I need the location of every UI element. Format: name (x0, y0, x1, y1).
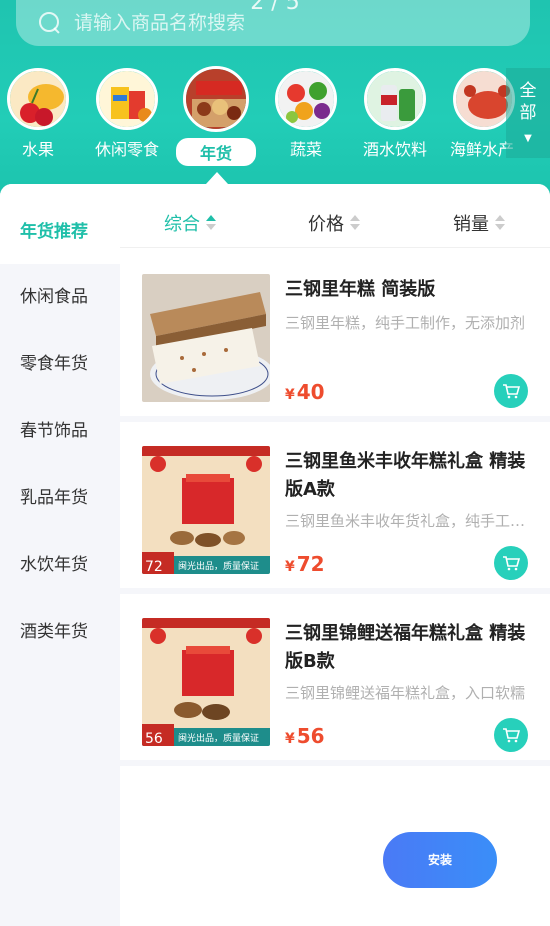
product-price: ¥40 (285, 380, 325, 404)
header: 2 / 5 水果 (0, 0, 550, 200)
price-value: 56 (296, 724, 325, 748)
product-card[interactable]: 56 闽光出品，质量保证 三钢里锦鲤送福年糕礼盒 精装版B款 三钢里锦鲤送福年糕… (120, 594, 550, 766)
sort-arrows-icon (350, 215, 360, 231)
product-image: 72 闽光出品，质量保证 (142, 446, 270, 574)
category-row: 水果 休闲零食 年货 蔬菜 酒水饮料 海鲜水产 (0, 66, 515, 178)
sidebar-item-new-year-picks[interactable]: 年货推荐 (0, 184, 120, 264)
new-year-goods-icon (183, 66, 249, 132)
category-fruit[interactable]: 水果 (0, 68, 78, 160)
all-label-line1: 全 (519, 81, 537, 101)
sort-arrows-icon (206, 215, 216, 231)
sidebar-item-beverages[interactable]: 水饮年货 (0, 532, 120, 599)
add-to-cart-button[interactable] (494, 374, 528, 408)
product-price: ¥72 (285, 552, 325, 576)
price-value: 72 (296, 552, 325, 576)
category-snacks[interactable]: 休闲零食 (87, 68, 167, 160)
drinks-icon (364, 68, 426, 130)
currency-symbol: ¥ (285, 731, 295, 747)
category-label: 水果 (21, 140, 54, 159)
fruit-icon (7, 68, 69, 130)
category-vegetables[interactable]: 蔬菜 (266, 68, 346, 160)
content-panel: 年货推荐 休闲食品 零食年货 春节饰品 乳品年货 水饮年货 酒类年货 综合 价格… (0, 184, 550, 926)
image-badge-price: 56 (145, 731, 163, 746)
currency-symbol: ¥ (285, 387, 295, 403)
vegetable-icon (275, 68, 337, 130)
product-image: 56 闽光出品，质量保证 (142, 618, 270, 746)
category-label: 蔬菜 (289, 140, 322, 159)
add-to-cart-button[interactable] (494, 718, 528, 752)
search-icon (38, 11, 62, 35)
snack-icon (96, 68, 158, 130)
category-label: 休闲零食 (94, 140, 159, 159)
sidebar-item-snack-foods[interactable]: 休闲食品 (0, 264, 120, 331)
caret-down-icon: ▼ (524, 133, 532, 144)
product-card[interactable]: 72 闽光出品，质量保证 三钢里鱼米丰收年糕礼盒 精装版A款 三钢里鱼米丰收年货… (120, 422, 550, 594)
image-caption: 闽光出品，质量保证 (178, 560, 259, 572)
product-image (142, 274, 270, 402)
sidebar-item-spring-decor[interactable]: 春节饰品 (0, 398, 120, 465)
category-label: 酒水饮料 (362, 140, 427, 159)
product-title: 三钢里年糕 简装版 (285, 279, 436, 300)
category-label: 年货 (176, 138, 257, 166)
sidebar-item-dairy[interactable]: 乳品年货 (0, 465, 120, 532)
image-badge-price: 72 (145, 559, 163, 574)
sort-label: 价格 (308, 214, 344, 235)
currency-symbol: ¥ (285, 559, 295, 575)
product-description: 三钢里年糕，纯手工制作，无添加剂 (285, 314, 526, 332)
sort-bar: 综合 价格 销量 (120, 184, 550, 248)
price-value: 40 (296, 380, 325, 404)
all-categories-button[interactable]: 全 部 ▼ (506, 68, 550, 158)
sort-comprehensive[interactable]: 综合 (164, 210, 216, 236)
product-title: 三钢里锦鲤送福年糕礼盒 精装版B款 (285, 623, 526, 672)
add-to-cart-button[interactable] (494, 546, 528, 580)
sort-label: 销量 (453, 214, 489, 235)
product-description: 三钢里鱼米丰收年货礼盒，纯手工制作 (285, 512, 530, 530)
category-new-year-goods[interactable]: 年货 (176, 66, 257, 166)
category-drinks[interactable]: 酒水饮料 (355, 68, 435, 160)
active-category-pointer (206, 172, 228, 184)
product-description: 三钢里锦鲤送福年糕礼盒，入口软糯 (285, 684, 526, 702)
all-label-line2: 部 (519, 103, 537, 123)
sort-sales[interactable]: 销量 (453, 210, 505, 236)
cart-icon (503, 728, 520, 743)
sort-price[interactable]: 价格 (308, 210, 360, 236)
sidebar-item-snack-new-year[interactable]: 零食年货 (0, 331, 120, 398)
cart-icon (503, 556, 520, 571)
product-title: 三钢里鱼米丰收年糕礼盒 精装版A款 (285, 451, 526, 500)
sidebar: 年货推荐 休闲食品 零食年货 春节饰品 乳品年货 水饮年货 酒类年货 (0, 184, 120, 926)
product-card[interactable]: 三钢里年糕 简装版 三钢里年糕，纯手工制作，无添加剂 ¥40 (120, 250, 550, 422)
sort-label: 综合 (164, 214, 200, 235)
install-button[interactable]: 安装 (383, 832, 497, 888)
product-list: 三钢里年糕 简装版 三钢里年糕，纯手工制作，无添加剂 ¥40 72 闽光出品，质… (120, 250, 550, 766)
sort-arrows-icon (495, 215, 505, 231)
product-price: ¥56 (285, 724, 325, 748)
sidebar-item-liquor[interactable]: 酒类年货 (0, 599, 120, 666)
search-bar[interactable] (16, 0, 530, 46)
search-input[interactable] (74, 12, 494, 34)
image-caption: 闽光出品，质量保证 (178, 732, 259, 744)
cart-icon (503, 384, 520, 399)
